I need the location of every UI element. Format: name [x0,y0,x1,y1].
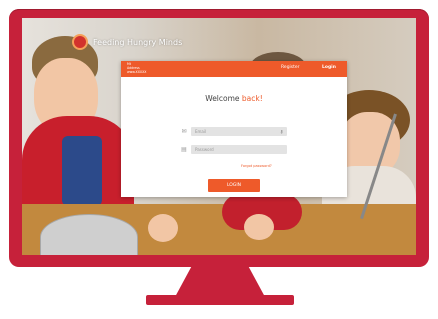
login-window: Mt Address www.XXXXX Register Login Welc… [121,61,347,197]
monitor-base [146,295,294,305]
brand[interactable]: Feeding Hungry Minds [72,34,182,50]
brand-logo-icon [72,34,88,50]
window-header: Mt Address www.XXXXX Register Login [121,61,347,77]
address-line: www.XXXXX [127,70,147,74]
welcome-accent: back! [241,94,263,103]
mixing-bowl [40,214,138,255]
password-placeholder: Password [195,147,214,152]
lock-icon: ▤ [181,146,187,153]
welcome-heading: Welcome back! [121,94,347,103]
password-row: ▤ Password [181,145,287,154]
monitor-frame: Feeding Hungry Minds Mt Address www.XXXX… [9,9,429,267]
brand-name: Feeding Hungry Minds [93,37,183,47]
forgot-password-link[interactable]: Forgot password? [241,164,272,168]
monitor-screen: Feeding Hungry Minds Mt Address www.XXXX… [22,18,416,255]
tab-login[interactable]: Login [322,65,336,70]
monitor-neck [175,267,265,297]
login-button[interactable]: LOGIN [208,179,260,192]
tab-register[interactable]: Register [281,65,300,70]
email-placeholder: Email [195,129,207,134]
child-left-apron [62,136,102,206]
child-middle-hand [244,214,274,240]
welcome-text: Welcome [205,94,242,103]
email-row: ✉ Email ⚷ [181,127,287,136]
address-block: Mt Address www.XXXXX [127,62,146,74]
password-field[interactable]: Password [191,145,287,154]
email-field[interactable]: Email ⚷ [191,127,287,136]
envelope-icon: ✉ [181,128,187,135]
child-left-hand [148,214,178,242]
key-icon: ⚷ [280,129,283,134]
